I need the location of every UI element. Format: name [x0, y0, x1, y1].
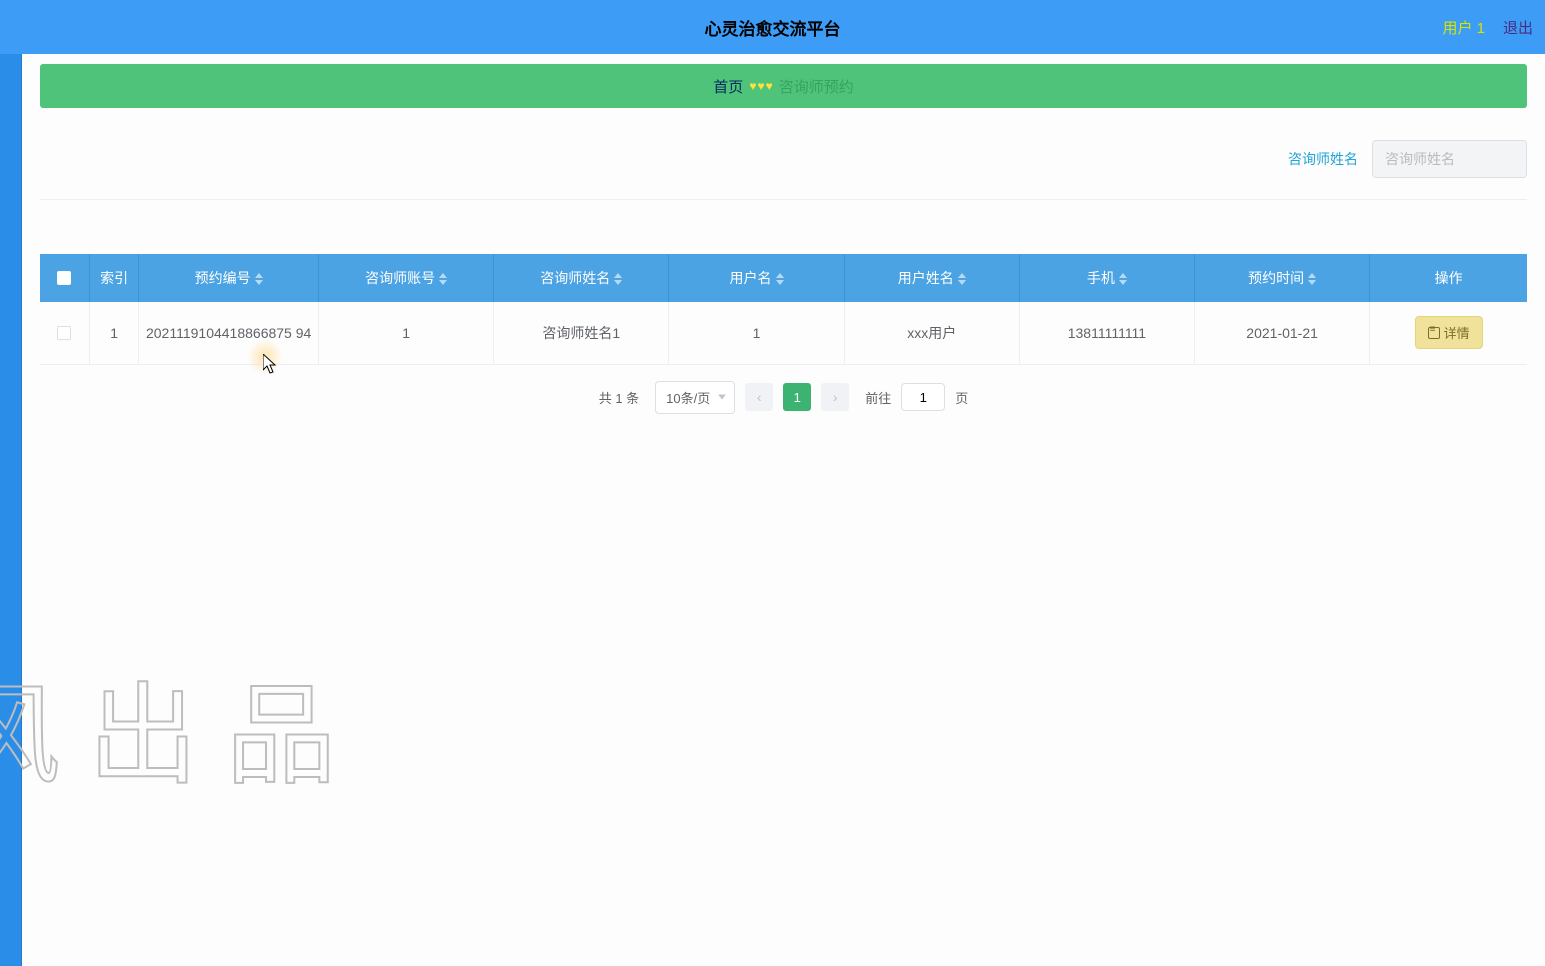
- col-phone-header[interactable]: 手机: [1019, 254, 1194, 302]
- page-size-label: 10条/页: [666, 391, 710, 406]
- cell-consultant-name: 咨询师姓名1: [494, 302, 669, 364]
- sort-icon[interactable]: [255, 273, 263, 285]
- select-all-checkbox[interactable]: [57, 271, 71, 285]
- app-title: 心灵治愈交流平台: [705, 15, 841, 40]
- row-checkbox[interactable]: [57, 326, 71, 340]
- heart-icon: ♥: [766, 79, 773, 93]
- top-bar: 心灵治愈交流平台 用户 1 退出: [0, 0, 1545, 54]
- breadcrumb-home[interactable]: 首页: [713, 76, 743, 97]
- cell-phone: 13811111111: [1019, 302, 1194, 364]
- col-orderno-header[interactable]: 预约编号: [139, 254, 319, 302]
- col-consultant-name-header[interactable]: 咨询师姓名: [494, 254, 669, 302]
- chevron-left-icon: ‹: [757, 389, 762, 405]
- goto-label-post: 页: [955, 388, 968, 407]
- next-page-button[interactable]: ›: [821, 383, 849, 411]
- pagination-total: 共 1 条: [599, 388, 639, 407]
- heart-icon: ♥: [749, 79, 756, 93]
- col-userdisplay-header[interactable]: 用户姓名: [844, 254, 1019, 302]
- col-index-header[interactable]: 索引: [89, 254, 138, 302]
- sort-icon[interactable]: [439, 273, 447, 285]
- goto-label-pre: 前往: [865, 388, 891, 407]
- sort-icon[interactable]: [776, 273, 784, 285]
- cell-orderno: 2021119104418866875 94: [139, 302, 319, 364]
- page-1-button[interactable]: 1: [783, 383, 811, 411]
- breadcrumb-current: 咨询师预约: [779, 76, 854, 97]
- top-right: 用户 1 退出: [1442, 17, 1545, 38]
- heart-icon: ♥: [757, 79, 764, 93]
- cell-operation: 详情: [1370, 302, 1527, 364]
- col-time-header[interactable]: 预约时间: [1195, 254, 1370, 302]
- table-header-row: 索引 预约编号 咨询师账号 咨询师姓名 用户名 用户姓名 手机 预约时间 操作: [40, 254, 1527, 302]
- heart-separator: ♥ ♥ ♥: [749, 79, 772, 93]
- consultant-name-input[interactable]: [1372, 140, 1527, 178]
- sort-icon[interactable]: [1308, 273, 1316, 285]
- chevron-right-icon: ›: [833, 389, 838, 405]
- chevron-down-icon: [718, 395, 726, 400]
- cell-userdisplay: xxx用户: [844, 302, 1019, 364]
- sort-icon[interactable]: [614, 273, 622, 285]
- detail-button-label: 详情: [1444, 323, 1470, 342]
- detail-button[interactable]: 详情: [1415, 316, 1483, 349]
- filter-label: 咨询师姓名: [1288, 149, 1358, 169]
- pagination: 共 1 条 10条/页 ‹ 1 › 前往 页: [40, 381, 1527, 414]
- col-operation-header: 操作: [1370, 254, 1527, 302]
- cell-username: 1: [669, 302, 844, 364]
- data-table: 索引 预约编号 咨询师账号 咨询师姓名 用户名 用户姓名 手机 预约时间 操作 …: [40, 254, 1527, 365]
- col-username-header[interactable]: 用户名: [669, 254, 844, 302]
- main-area: 首页 ♥ ♥ ♥ 咨询师预约 咨询师姓名: [22, 54, 1545, 966]
- select-all-header[interactable]: [40, 254, 89, 302]
- row-select-cell[interactable]: [40, 302, 89, 364]
- filter-row: 咨询师姓名: [40, 118, 1527, 200]
- logout-link[interactable]: 退出: [1503, 17, 1533, 38]
- cell-index: 1: [89, 302, 138, 364]
- goto-page-input[interactable]: [901, 383, 945, 411]
- sort-icon[interactable]: [1119, 273, 1127, 285]
- sidebar: [0, 54, 22, 966]
- sort-icon[interactable]: [958, 273, 966, 285]
- col-consultant-account-header[interactable]: 咨询师账号: [319, 254, 494, 302]
- prev-page-button[interactable]: ‹: [745, 383, 773, 411]
- cell-time: 2021-01-21: [1195, 302, 1370, 364]
- page-size-select[interactable]: 10条/页: [655, 381, 735, 414]
- breadcrumb-banner: 首页 ♥ ♥ ♥ 咨询师预约: [40, 64, 1527, 108]
- detail-icon: [1428, 327, 1440, 339]
- table-row: 1 2021119104418866875 94 1 咨询师姓名1 1 xxx用…: [40, 302, 1527, 364]
- cell-consultant-account: 1: [319, 302, 494, 364]
- current-user-label[interactable]: 用户 1: [1442, 17, 1485, 38]
